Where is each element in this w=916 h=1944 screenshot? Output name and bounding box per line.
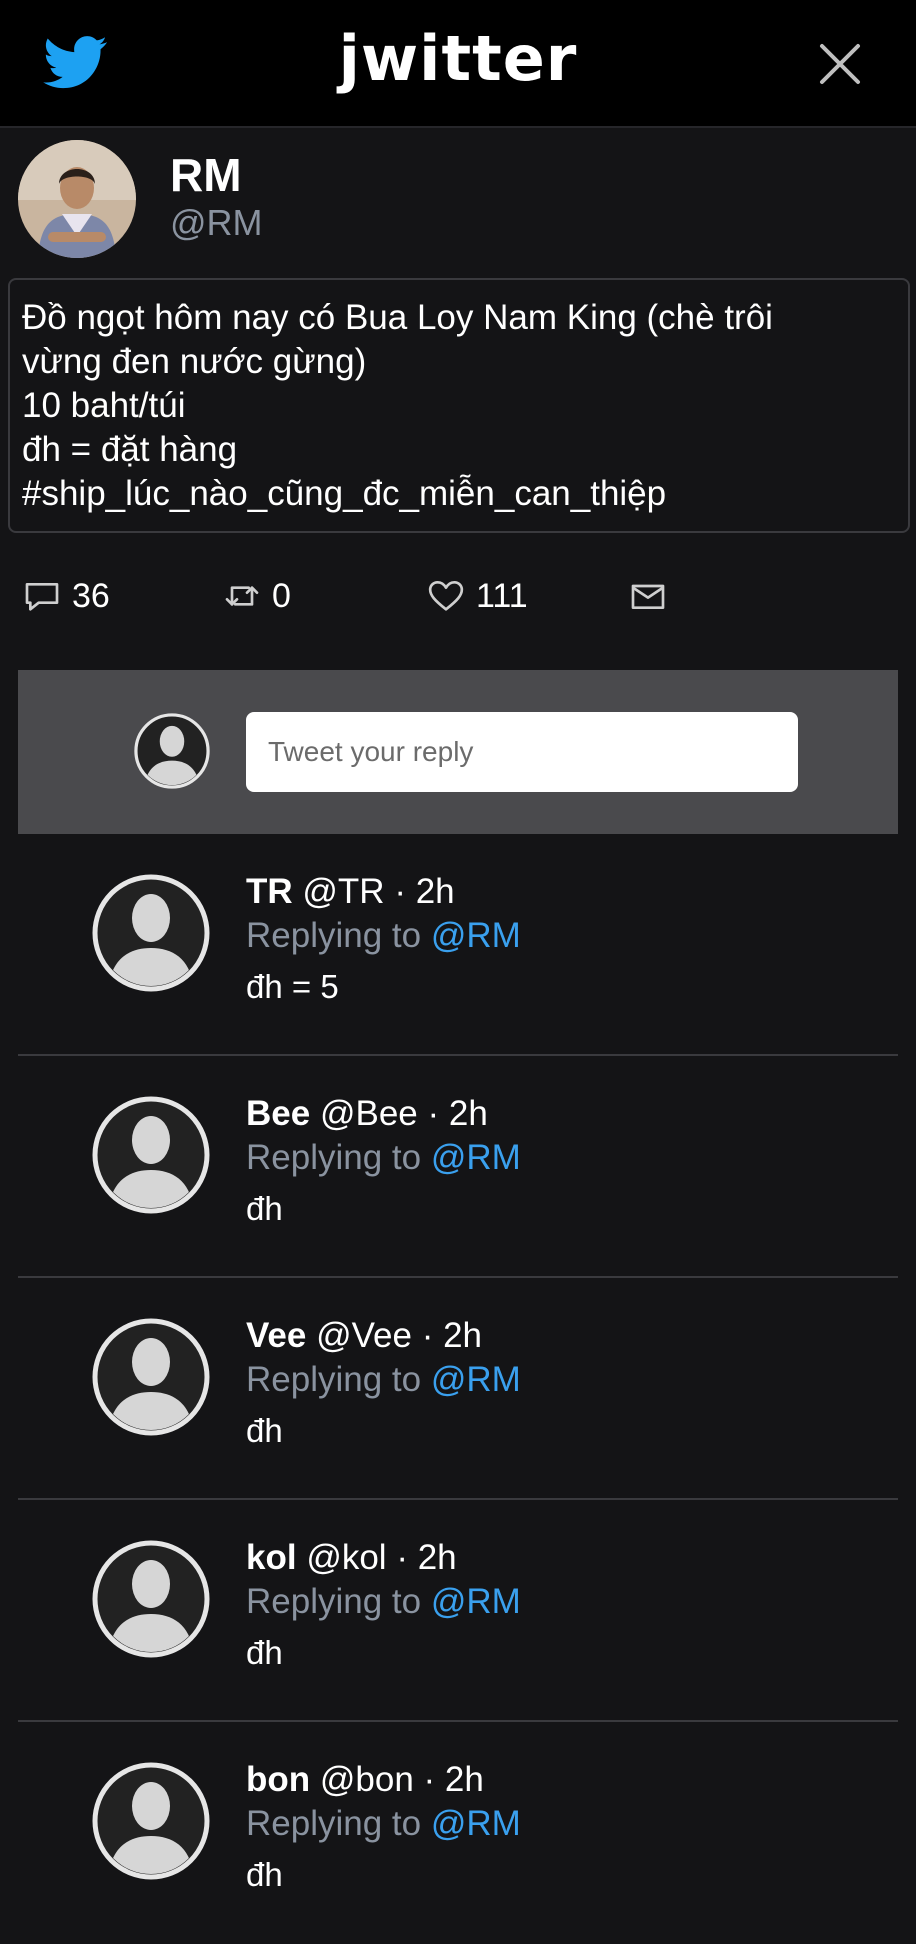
reply-header: Bee @Bee · 2h	[246, 1094, 488, 1134]
reply-mention-link[interactable]: @RM	[431, 1582, 521, 1621]
app-brand: jwitter	[338, 22, 578, 95]
author-avatar[interactable]	[18, 140, 136, 258]
user-avatar-icon[interactable]	[92, 1096, 210, 1214]
reply-time: · 2h	[396, 1538, 457, 1577]
reply-item[interactable]: Vee @Vee · 2h Replying to @RM đh	[18, 1278, 898, 1500]
tweet-line: 10 baht/túi	[22, 386, 186, 425]
reply-time: · 2h	[394, 872, 455, 911]
tweet-line: Đồ ngọt hôm nay có Bua Loy Nam King (chè…	[22, 298, 773, 337]
reply-mention-link[interactable]: @RM	[431, 916, 521, 955]
reply-text: đh	[246, 1412, 283, 1449]
top-bar: jwitter	[0, 0, 916, 128]
reply-header: Vee @Vee · 2h	[246, 1316, 482, 1356]
comment-icon	[25, 583, 59, 611]
user-avatar-icon[interactable]	[92, 1318, 210, 1436]
replying-to: Replying to @RM	[246, 916, 521, 956]
tweet-hashtag[interactable]: #ship_lúc_nào_cũng_đc_miễn_can_thiệp	[22, 472, 896, 516]
user-avatar-icon[interactable]	[92, 874, 210, 992]
reply-time: · 2h	[427, 1094, 488, 1133]
retweet-icon	[225, 586, 259, 606]
replying-to-label: Replying to	[246, 1138, 422, 1177]
reply-text: đh	[246, 1190, 283, 1227]
reply-item[interactable]: kol @kol · 2h Replying to @RM đh	[18, 1500, 898, 1722]
retweet-action[interactable]: 0	[222, 576, 291, 616]
reply-author-handle[interactable]: @bon	[320, 1760, 414, 1799]
reply-item[interactable]: bon @bon · 2h Replying to @RM đh	[18, 1722, 898, 1944]
replying-to: Replying to @RM	[246, 1360, 521, 1400]
tweet-line: đh = đặt hàng	[22, 430, 238, 469]
reply-text: đh	[246, 1634, 283, 1671]
like-action[interactable]: 111	[426, 576, 528, 616]
message-action[interactable]	[628, 576, 668, 616]
like-count: 111	[476, 576, 528, 615]
reply-text: đh	[246, 1856, 283, 1893]
reply-mention-link[interactable]: @RM	[431, 1138, 521, 1177]
close-icon[interactable]	[818, 42, 862, 86]
reply-author-handle[interactable]: @Bee	[320, 1094, 418, 1133]
reply-author-name[interactable]: TR	[246, 872, 293, 911]
reply-author-name[interactable]: kol	[246, 1538, 297, 1577]
reply-item[interactable]: Bee @Bee · 2h Replying to @RM đh	[18, 1056, 898, 1278]
reply-author-handle[interactable]: @kol	[306, 1538, 386, 1577]
reply-input[interactable]	[246, 712, 798, 792]
reply-time: · 2h	[423, 1760, 484, 1799]
retweet-count: 0	[272, 576, 291, 615]
replying-to: Replying to @RM	[246, 1804, 521, 1844]
tweet-line: vừng đen nước gừng)	[22, 342, 367, 381]
replying-to: Replying to @RM	[246, 1138, 521, 1178]
replying-to-label: Replying to	[246, 1582, 422, 1621]
current-user-avatar	[134, 713, 210, 789]
reply-author-name[interactable]: Vee	[246, 1316, 306, 1355]
reply-author-handle[interactable]: @TR	[302, 872, 384, 911]
reply-mention-link[interactable]: @RM	[431, 1804, 521, 1843]
reply-item[interactable]: TR @TR · 2h Replying to @RM đh = 5	[18, 834, 898, 1056]
replying-to-label: Replying to	[246, 1360, 422, 1399]
heart-icon	[428, 581, 464, 611]
replying-to-label: Replying to	[246, 1804, 422, 1843]
reply-count: 36	[72, 576, 110, 615]
reply-action[interactable]: 36	[22, 576, 110, 616]
reply-header: bon @bon · 2h	[246, 1760, 484, 1800]
reply-author-name[interactable]: bon	[246, 1760, 310, 1799]
reply-mention-link[interactable]: @RM	[431, 1360, 521, 1399]
tweet-actions: 36 0 111	[0, 570, 916, 630]
author-name[interactable]: RM	[170, 148, 242, 202]
reply-author-name[interactable]: Bee	[246, 1094, 310, 1133]
user-avatar-icon[interactable]	[92, 1762, 210, 1880]
reply-author-handle[interactable]: @Vee	[316, 1316, 412, 1355]
tweet-body: Đồ ngọt hôm nay có Bua Loy Nam King (chè…	[8, 278, 910, 533]
reply-composer	[18, 670, 898, 834]
replying-to-label: Replying to	[246, 916, 422, 955]
reply-text: đh = 5	[246, 968, 339, 1005]
author-handle[interactable]: @RM	[170, 202, 263, 244]
user-avatar-icon[interactable]	[92, 1540, 210, 1658]
reply-time: · 2h	[421, 1316, 483, 1355]
tweet-author: RM @RM	[0, 128, 916, 278]
mail-icon	[631, 584, 665, 609]
reply-header: TR @TR · 2h	[246, 872, 455, 912]
replying-to: Replying to @RM	[246, 1582, 521, 1622]
reply-header: kol @kol · 2h	[246, 1538, 457, 1578]
